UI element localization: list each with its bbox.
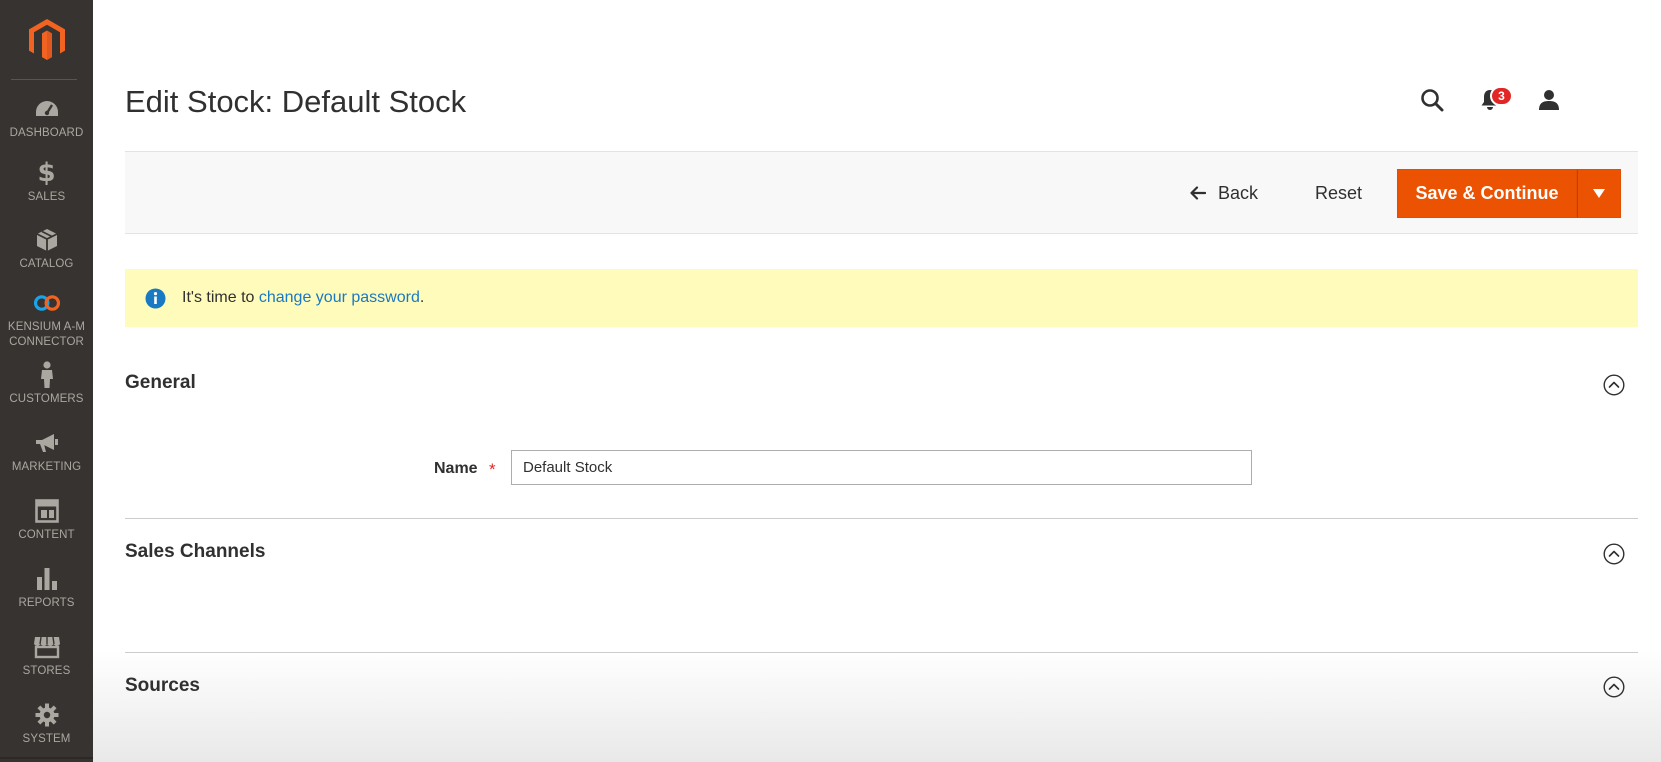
change-password-link[interactable]: change your password (259, 289, 420, 307)
password-notice-message: It's time to change your password . (125, 269, 1638, 327)
account-menu-button[interactable] (1533, 84, 1565, 116)
sidebar-item-label: DASHBOARD (9, 127, 84, 139)
dashboard-icon (32, 94, 62, 124)
admin-sidebar: DASHBOARD $ SALES CATALOG KENSIUM A-M CO… (0, 0, 93, 762)
page-title: Edit Stock: Default Stock (125, 84, 467, 119)
sidebar-bottom-line (0, 757, 93, 759)
sidebar-item-system[interactable]: SYSTEM (0, 700, 93, 747)
required-asterisk: * (489, 460, 496, 479)
section-title-general[interactable]: General (125, 372, 196, 394)
sidebar-item-label: REPORTS (18, 597, 75, 609)
sidebar-item-label: STORES (22, 665, 71, 677)
sidebar-item-label: SALES (27, 191, 66, 203)
back-button-label: Back (1218, 182, 1259, 203)
notification-count-badge: 3 (1490, 86, 1513, 106)
name-field-label: Name (434, 460, 478, 477)
section-title-sources[interactable]: Sources (125, 675, 200, 697)
bottom-fade-overlay (93, 650, 1661, 762)
sidebar-item-stores[interactable]: STORES (0, 632, 93, 679)
layout-icon (32, 496, 62, 526)
save-continue-button[interactable]: Save & Continue (1397, 169, 1577, 218)
sidebar-item-customers[interactable]: CUSTOMERS (0, 360, 93, 407)
sidebar-item-label: CONTENT (18, 529, 75, 541)
sidebar-item-dashboard[interactable]: DASHBOARD (0, 94, 93, 141)
back-button[interactable]: Back (1190, 175, 1258, 211)
sidebar-item-label: SYSTEM (22, 733, 71, 745)
save-options-toggle[interactable] (1577, 169, 1621, 218)
kensium-logo-icon (32, 288, 62, 318)
section-title-sales-channels[interactable]: Sales Channels (125, 541, 265, 563)
section-divider (125, 652, 1638, 653)
sidebar-item-reports[interactable]: REPORTS (0, 564, 93, 611)
gear-icon (32, 700, 62, 730)
name-input[interactable] (511, 450, 1252, 485)
sidebar-item-marketing[interactable]: MARKETING (0, 428, 93, 475)
storefront-icon (32, 632, 62, 662)
arrow-left-icon (1190, 186, 1206, 200)
reset-button-label: Reset (1315, 182, 1363, 203)
sidebar-item-label: KENSIUM A-M CONNECTOR (7, 321, 86, 348)
caret-down-icon (1593, 189, 1605, 198)
collapse-chevron-up-icon[interactable] (1603, 374, 1625, 396)
cube-icon (32, 225, 62, 255)
sidebar-item-label: CATALOG (19, 258, 74, 270)
megaphone-icon (32, 428, 62, 458)
info-icon (145, 288, 166, 308)
global-search-button[interactable] (1416, 84, 1448, 116)
user-icon (1539, 90, 1559, 110)
message-text: It's time to (182, 289, 259, 306)
collapse-chevron-up-icon[interactable] (1603, 676, 1625, 698)
sidebar-item-catalog[interactable]: CATALOG (0, 225, 93, 272)
search-icon (1421, 89, 1444, 112)
app-root: DASHBOARD $ SALES CATALOG KENSIUM A-M CO… (0, 0, 1661, 762)
magento-logo[interactable] (0, 0, 93, 79)
magento-logo-icon (28, 18, 65, 60)
sidebar-item-label: MARKETING (11, 461, 82, 473)
section-divider (125, 518, 1638, 519)
sidebar-item-content[interactable]: CONTENT (0, 496, 93, 543)
bar-chart-icon (32, 564, 62, 594)
message-suffix: . (419, 289, 425, 306)
sidebar-item-kensium[interactable]: KENSIUM A-M CONNECTOR (0, 288, 93, 350)
sidebar-item-label: CUSTOMERS (9, 393, 84, 405)
sidebar-item-sales[interactable]: $ SALES (0, 158, 93, 205)
dollar-icon: $ (37, 158, 56, 188)
reset-button[interactable]: Reset (1315, 175, 1362, 211)
person-icon (32, 360, 62, 390)
logo-divider (11, 79, 77, 80)
collapse-chevron-up-icon[interactable] (1603, 543, 1625, 565)
